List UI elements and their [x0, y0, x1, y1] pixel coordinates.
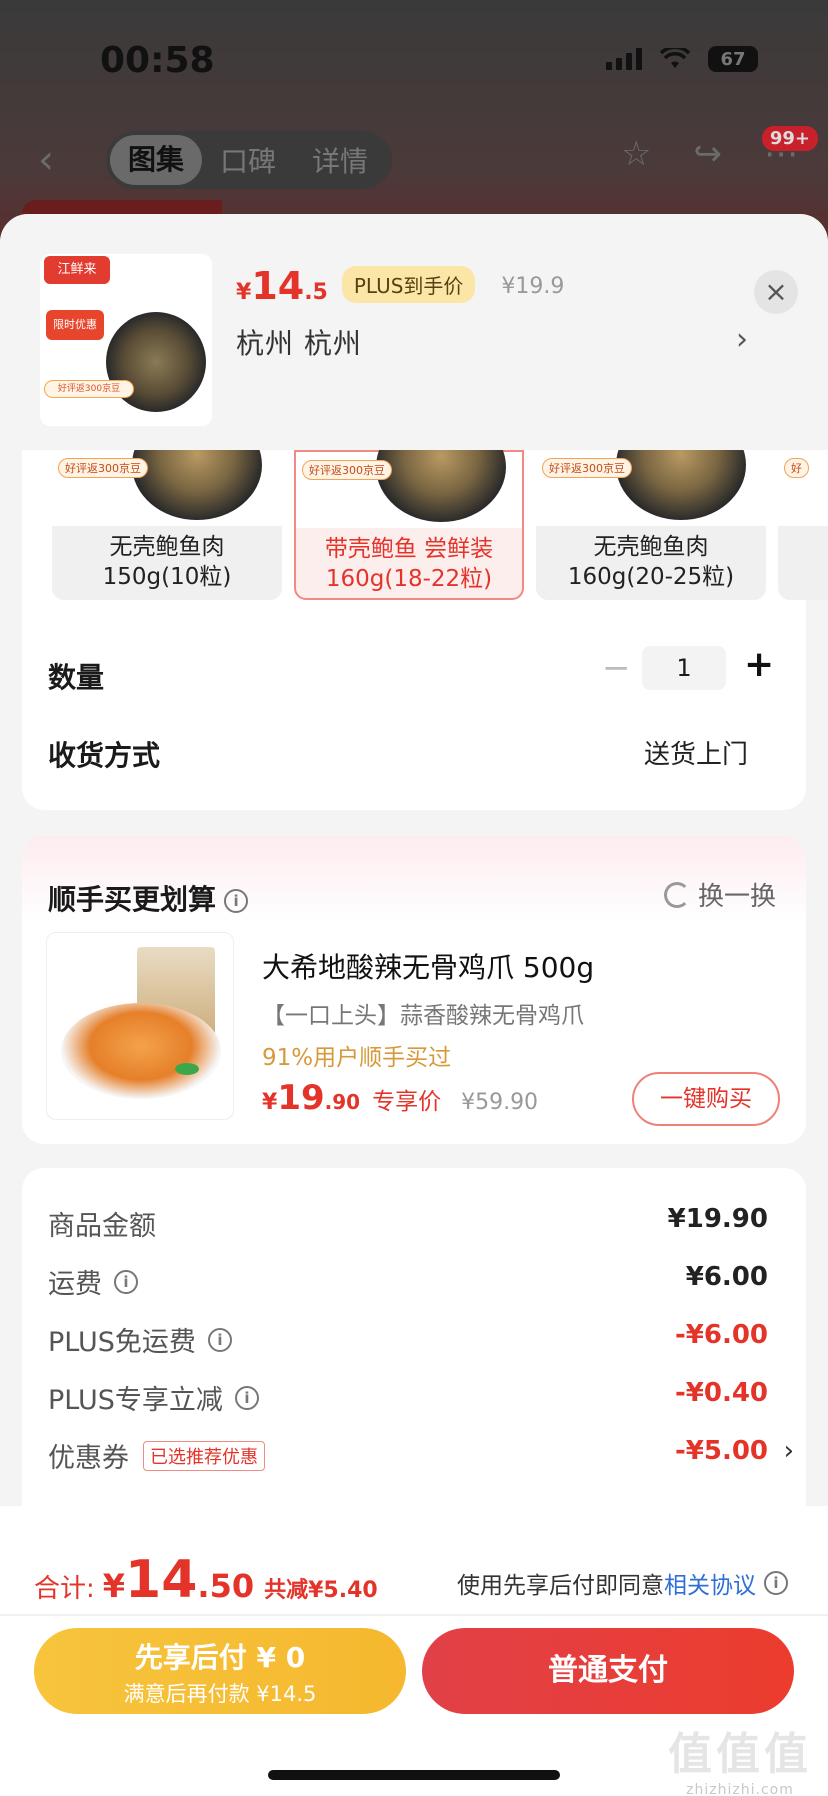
recommend-buyers-stat: 91%用户顺手买过 [262, 1045, 452, 1071]
quantity-decrease-button[interactable]: − [602, 648, 631, 688]
favorite-icon[interactable]: ☆ [621, 134, 651, 174]
recommend-product-name[interactable]: 大希地酸辣无骨鸡爪 500g [262, 946, 594, 986]
variant-label: 带 [778, 532, 828, 562]
variant-image: 好评返300京豆 [296, 450, 522, 528]
variant-label: 带壳鲍鱼 尝鲜装 160g(18-22粒) [324, 536, 494, 592]
info-icon[interactable]: i [114, 1269, 138, 1294]
home-indicator[interactable] [268, 1770, 560, 1780]
summary-row-shipping: 运费 i ¥6.00 [48, 1262, 768, 1300]
sku-header: 江鲜来 限时优惠 小鲍鱼 好评返300京豆 ¥ 14 .5 PLUS到手价 ¥1… [0, 214, 828, 450]
message-badge: 99+ [761, 126, 818, 151]
price-currency: ¥ [236, 280, 252, 305]
recommend-original-price: ¥59.90 [461, 1090, 539, 1115]
status-time: 00:58 [100, 40, 215, 81]
review-bonus-badge: 好评返300京豆 [44, 380, 134, 398]
original-price: ¥19.9 [501, 274, 565, 299]
price-decimal: .5 [304, 280, 328, 305]
variant-option[interactable]: 好评返300京豆 无壳鲍鱼肉 160g(20-25粒) [536, 450, 766, 600]
variant-image: 好 [778, 450, 828, 526]
variant-option[interactable]: 好评返300京豆 无壳鲍鱼肉 150g(10粒) [52, 450, 282, 600]
top-nav: ‹ 图集 口碑 详情 ☆ ↪ ⋯ 99+ [0, 126, 828, 190]
shipping-method[interactable]: 送货上门 [644, 734, 748, 771]
recommend-product-subtitle: 【一口上头】蒜香酸辣无骨鸡爪 [262, 1003, 584, 1029]
options-card: 好评返300京豆 无壳鲍鱼肉 150g(10粒) 好评返300京豆 带壳鲍鱼 尝鲜… [22, 450, 828, 810]
info-icon[interactable]: i [764, 1571, 788, 1595]
variant-list: 好评返300京豆 无壳鲍鱼肉 150g(10粒) 好评返300京豆 带壳鲍鱼 尝鲜… [52, 450, 828, 600]
order-total: 合计: ¥ 14 .50 共减¥5.40 [34, 1550, 378, 1610]
wifi-icon [659, 45, 691, 70]
price-integer: 14 [251, 264, 305, 308]
shipping-label: 收货方式 [48, 739, 161, 772]
agreement-link[interactable]: 相关协议 [664, 1566, 756, 1600]
tab-details[interactable]: 详情 [294, 140, 386, 180]
exclusive-price-tag: 专享价 [372, 1089, 442, 1115]
swap-button[interactable]: 换一换 [663, 876, 776, 913]
quantity-label: 数量 [48, 661, 105, 694]
variant-label: 无壳鲍鱼肉 160g(20-25粒) [567, 534, 735, 590]
product-thumbnail[interactable]: 江鲜来 限时优惠 小鲍鱼 好评返300京豆 [40, 254, 212, 426]
price-summary-card: 商品金额 ¥19.90 运费 i ¥6.00 PLUS免运费 i -¥6.00 PL… [22, 1168, 806, 1528]
chevron-right-icon[interactable]: › [784, 1436, 794, 1466]
status-icons: 67 [606, 45, 758, 72]
chevron-right-icon[interactable]: › [736, 322, 748, 357]
plus-price-tag: PLUS到手价 [341, 266, 476, 303]
battery-icon: 67 [708, 46, 758, 72]
total-savings: 共减¥5.40 [264, 1578, 378, 1603]
tab-reviews[interactable]: 口碑 [202, 140, 294, 180]
delivery-location[interactable]: 杭州 杭州 [236, 322, 362, 362]
recommend-card: 顺手买更划算 i 换一换 大希地酸辣无骨鸡爪 500g 【一口上头】蒜香酸辣无骨鸡… [22, 836, 806, 1144]
recommend-title: 顺手买更划算 i [48, 878, 249, 918]
tab-switcher: 图集 口碑 详情 [106, 131, 392, 189]
site-watermark: 值值值 zhizhizhi.com [668, 1729, 812, 1796]
refresh-icon [663, 881, 690, 908]
quantity-increase-button[interactable]: + [744, 644, 774, 685]
brand-logo: 江鲜来 [44, 256, 110, 284]
sku-price: ¥ 14 .5 PLUS到手价 ¥19.9 [236, 264, 564, 309]
info-icon[interactable]: i [234, 1385, 259, 1410]
variant-image: 好评返300京豆 [536, 450, 766, 526]
checkout-bar: 合计: ¥ 14 .50 共减¥5.40 使用先享后付即同意 相关协议 i 先享… [0, 1506, 828, 1796]
tab-gallery[interactable]: 图集 [110, 135, 203, 185]
divider [0, 1614, 828, 1616]
close-button[interactable]: × [754, 270, 798, 314]
one-click-buy-button[interactable]: 一键购买 [632, 1072, 780, 1126]
summary-row-plus-discount: PLUS专享立减 i -¥0.40 [48, 1378, 768, 1416]
back-icon[interactable]: ‹ [38, 140, 68, 180]
promo-sticker: 限时优惠 小鲍鱼 [46, 310, 104, 361]
info-icon[interactable]: i [224, 889, 249, 913]
info-icon[interactable]: i [207, 1327, 232, 1352]
variant-image: 好评返300京豆 [52, 450, 282, 526]
signal-icon [606, 48, 642, 70]
variant-label: 无壳鲍鱼肉 150g(10粒) [102, 534, 232, 590]
coupon-status-badge: 已选推荐优惠 [143, 1440, 265, 1471]
summary-row-goods: 商品金额 ¥19.90 [48, 1204, 768, 1242]
normal-pay-button[interactable]: 普通支付 [422, 1628, 794, 1714]
share-icon[interactable]: ↪ [694, 134, 723, 174]
summary-row-coupon[interactable]: 优惠券 已选推荐优惠 -¥5.00 › [48, 1436, 794, 1476]
quantity-input[interactable]: 1 [642, 646, 726, 690]
variant-option[interactable]: 好 带 [778, 450, 828, 600]
summary-row-plus-free-shipping: PLUS免运费 i -¥6.00 [48, 1320, 768, 1358]
recommend-product-image[interactable] [46, 932, 234, 1120]
recommend-price: ¥ 19 .90 专享价 ¥59.90 [262, 1078, 539, 1118]
agreement-text: 使用先享后付即同意 相关协议 i [457, 1566, 788, 1600]
variant-option-selected[interactable]: 好评返300京豆 带壳鲍鱼 尝鲜装 160g(18-22粒) [294, 450, 524, 600]
pay-later-button[interactable]: 先享后付 ¥ 0 满意后再付款 ¥14.5 [34, 1628, 406, 1714]
